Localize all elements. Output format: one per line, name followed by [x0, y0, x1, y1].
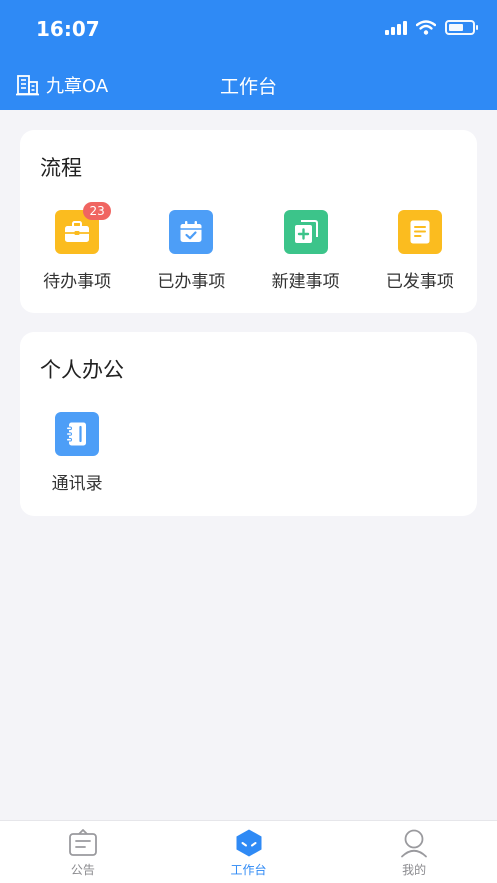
tab-notice[interactable]: 公告 [0, 821, 166, 883]
flow-card-title: 流程 [40, 156, 82, 180]
profile-icon [401, 829, 428, 858]
pending-items-button[interactable]: 23 待办事项 [20, 202, 134, 292]
office-grid: 通讯录 [20, 412, 477, 494]
flow-card: 流程 23 待办事项 已办事项 新建事项 已发事项 [20, 130, 477, 313]
status-icons [385, 20, 478, 35]
new-item-button[interactable]: 新建事项 [249, 210, 363, 292]
calendar-check-icon [180, 221, 202, 242]
new-item-label: 新建事项 [271, 272, 340, 292]
done-items-button[interactable]: 已办事项 [134, 210, 248, 292]
notice-icon [68, 829, 97, 856]
brand-name: 九章OA [46, 76, 109, 97]
tab-workbench-label: 工作台 [230, 863, 267, 877]
done-items-label: 已办事项 [157, 272, 226, 292]
personal-office-card: 个人办公 通讯录 [20, 332, 477, 516]
app-screen: 16:07 九章OA 工作台 流程 23 待办事项 已办事项 新建事项 已发事项… [0, 0, 497, 883]
status-time: 16:07 [36, 17, 100, 41]
tab-profile-label: 我的 [402, 863, 427, 877]
flow-grid: 23 待办事项 已办事项 新建事项 已发事项 [20, 202, 477, 292]
app-brand[interactable]: 九章OA [16, 72, 108, 98]
document-icon [410, 220, 430, 244]
battery-icon [445, 20, 478, 35]
workbench-icon [236, 829, 261, 857]
personal-office-card-title: 个人办公 [40, 358, 124, 382]
done-tile [169, 210, 214, 254]
contacts-tile [55, 412, 100, 456]
tab-workbench[interactable]: 工作台 [166, 821, 332, 883]
pending-items-label: 待办事项 [43, 272, 112, 292]
building-icon [16, 75, 39, 96]
contact-book-icon [66, 422, 87, 446]
contacts-button[interactable]: 通讯录 [20, 412, 134, 494]
contacts-label: 通讯录 [51, 474, 103, 494]
new-document-icon [294, 220, 318, 243]
tab-profile[interactable]: 我的 [331, 821, 497, 883]
sent-items-label: 已发事项 [385, 272, 454, 292]
pending-count-badge: 23 [83, 202, 112, 220]
signal-icon [385, 20, 407, 35]
sent-items-button[interactable]: 已发事项 [363, 210, 477, 292]
pending-tile: 23 [55, 202, 112, 254]
sent-tile [397, 210, 442, 254]
briefcase-icon [65, 221, 90, 242]
new-item-tile [283, 210, 328, 254]
tab-notice-label: 公告 [70, 863, 95, 877]
wifi-icon [416, 20, 436, 35]
app-header: 16:07 九章OA 工作台 [0, 0, 497, 110]
bottom-tab-bar: 公告 工作台 我的 [0, 820, 497, 883]
